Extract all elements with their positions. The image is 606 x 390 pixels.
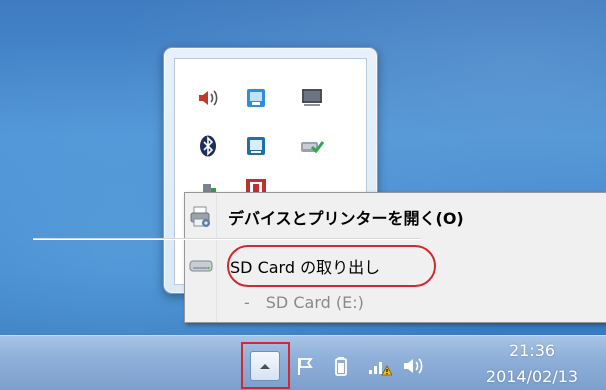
eject-highlight-annotation [227, 245, 436, 287]
drive-icon [186, 258, 216, 274]
flag-icon[interactable] [296, 356, 314, 376]
speaker-icon[interactable] [196, 86, 220, 110]
printer-icon [186, 205, 216, 229]
sd-card-drive-label: - SD Card (E:) [244, 293, 364, 312]
battery-icon[interactable] [334, 356, 348, 376]
open-devices-and-printers-item[interactable]: デバイスとプリンターを開く(O) [186, 198, 604, 236]
menu-separator [33, 238, 421, 239]
volume-icon[interactable] [402, 356, 428, 376]
network-check-icon[interactable] [300, 134, 324, 158]
tablet-icon[interactable] [244, 134, 268, 158]
display-icon[interactable] [300, 86, 324, 110]
bluetooth-icon[interactable] [196, 134, 220, 158]
show-hidden-highlight-annotation [241, 342, 290, 389]
taskbar-clock[interactable]: 21:36 2014/02/13 [462, 340, 602, 388]
sd-card-drive-item: - SD Card (E:) [186, 282, 604, 320]
screen-capture-icon[interactable] [244, 86, 268, 110]
clock-time: 21:36 [508, 341, 556, 360]
network-warning-icon[interactable] [368, 356, 392, 376]
clock-date: 2014/02/13 [485, 367, 579, 386]
open-devices-label: デバイスとプリンターを開く(O) [228, 209, 464, 228]
